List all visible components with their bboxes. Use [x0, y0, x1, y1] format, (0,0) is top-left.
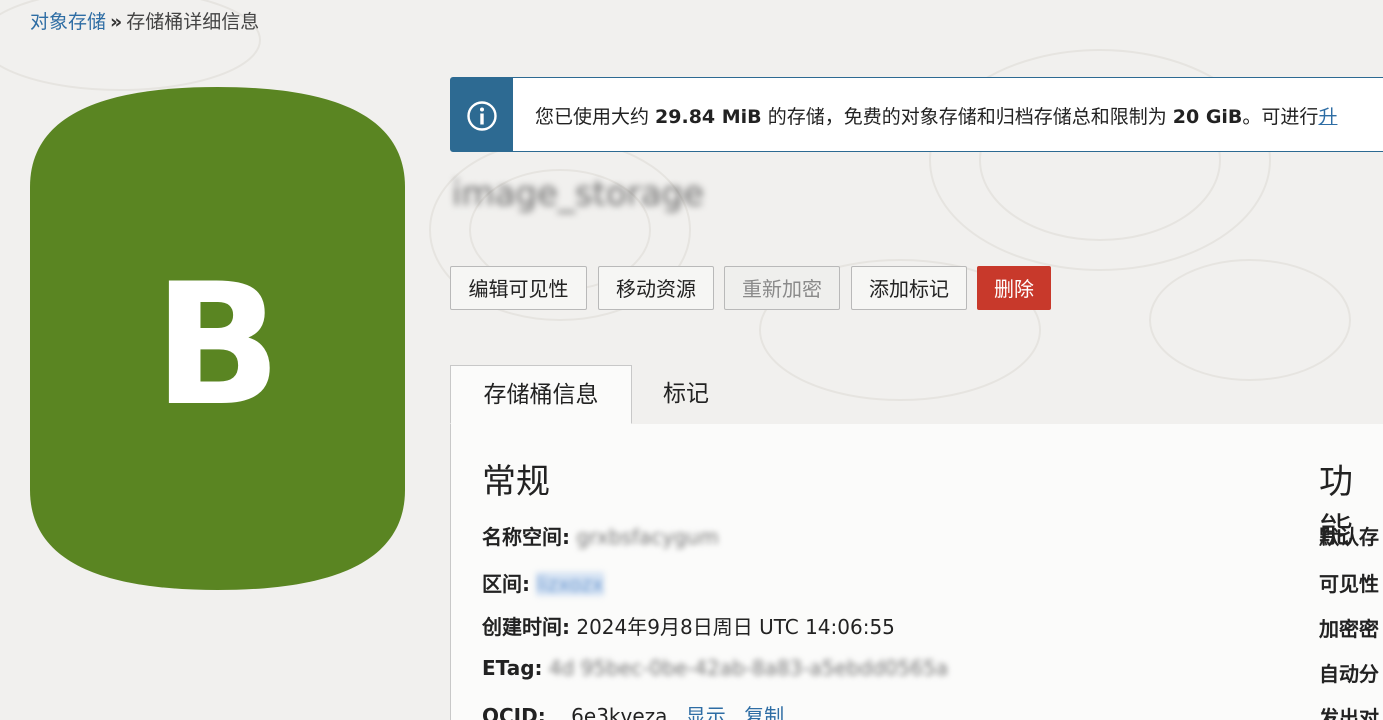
add-tags-button[interactable]: 添加标记 — [851, 266, 967, 310]
details-tabs: 存储桶信息 标记 — [450, 365, 1383, 425]
ocid-row: OCID: ...6e3kveza 显示 复制 — [482, 700, 784, 720]
etag-label: ETag: — [482, 656, 543, 680]
etag-value: 4d 95bec-0be-42ab-8a83-a5ebdd0565a — [548, 656, 949, 680]
usage-banner: 您已使用大约 29.84 MiB 的存储，免费的对象存储和归档存储总和限制为 2… — [450, 77, 1383, 152]
namespace-value: grxbsfacygum — [576, 525, 719, 549]
auto-tier-label: 自动分 — [1319, 662, 1379, 686]
tab-bucket-info[interactable]: 存储桶信息 — [450, 365, 632, 424]
created-label: 创建时间: — [482, 615, 570, 639]
ocid-copy-link[interactable]: 复制 — [744, 704, 784, 720]
ocid-show-link[interactable]: 显示 — [686, 704, 726, 720]
move-resource-button[interactable]: 移动资源 — [598, 266, 714, 310]
banner-middle: 的存储，免费的对象存储和归档存储总和限制为 — [761, 106, 1173, 128]
bucket-name-title: image_storage — [452, 174, 705, 214]
banner-text: 您已使用大约 29.84 MiB 的存储，免费的对象存储和归档存储总和限制为 2… — [535, 102, 1337, 129]
ocid-label: OCID: — [482, 704, 546, 720]
created-row: 创建时间: 2024年9月8日周日 UTC 14:06:55 — [482, 611, 895, 640]
bucket-logo-letter: B — [153, 247, 281, 443]
breadcrumb-object-storage[interactable]: 对象存储 — [30, 11, 106, 33]
etag-row: ETag: 4d 95bec-0be-42ab-8a83-a5ebdd0565a — [482, 656, 948, 680]
banner-limit: 20 GiB — [1172, 106, 1243, 128]
banner-suffix: 。可进行 — [1242, 106, 1319, 128]
compartment-link[interactable]: lizxozx — [536, 572, 604, 596]
bucket-logo-icon: B — [30, 87, 405, 590]
namespace-label: 名称空间: — [482, 525, 570, 549]
delete-button[interactable]: 删除 — [977, 266, 1051, 310]
default-storage-label: 默认存 — [1319, 525, 1379, 549]
info-icon — [467, 101, 497, 131]
banner-usage: 29.84 MiB — [655, 106, 762, 128]
upgrade-link[interactable]: 升 — [1318, 106, 1337, 128]
breadcrumb: 对象存储» 存储桶详细信息 — [30, 8, 259, 36]
banner-prefix: 您已使用大约 — [535, 106, 656, 128]
bucket-info-panel: 常规 名称空间: grxbsfacygum 区间: lizxozx 创建时间: … — [450, 424, 1383, 720]
visibility-label: 可见性 — [1319, 572, 1379, 596]
banner-icon-bar — [451, 78, 513, 151]
edit-visibility-button[interactable]: 编辑可见性 — [450, 266, 587, 310]
general-section-title: 常规 — [482, 462, 550, 502]
breadcrumb-current: 存储桶详细信息 — [126, 11, 260, 33]
encryption-label: 加密密 — [1319, 617, 1379, 641]
tab-tags[interactable]: 标记 — [632, 365, 740, 424]
created-value: 2024年9月8日周日 UTC 14:06:55 — [576, 615, 895, 639]
namespace-row: 名称空间: grxbsfacygum — [482, 521, 719, 550]
ocid-value: ...6e3kveza — [552, 704, 668, 720]
compartment-row: 区间: lizxozx — [482, 568, 604, 597]
re-encrypt-button[interactable]: 重新加密 — [724, 266, 840, 310]
compartment-label: 区间: — [482, 572, 530, 596]
breadcrumb-separator: » — [110, 11, 123, 33]
emit-events-label: 发出对 — [1319, 706, 1379, 720]
